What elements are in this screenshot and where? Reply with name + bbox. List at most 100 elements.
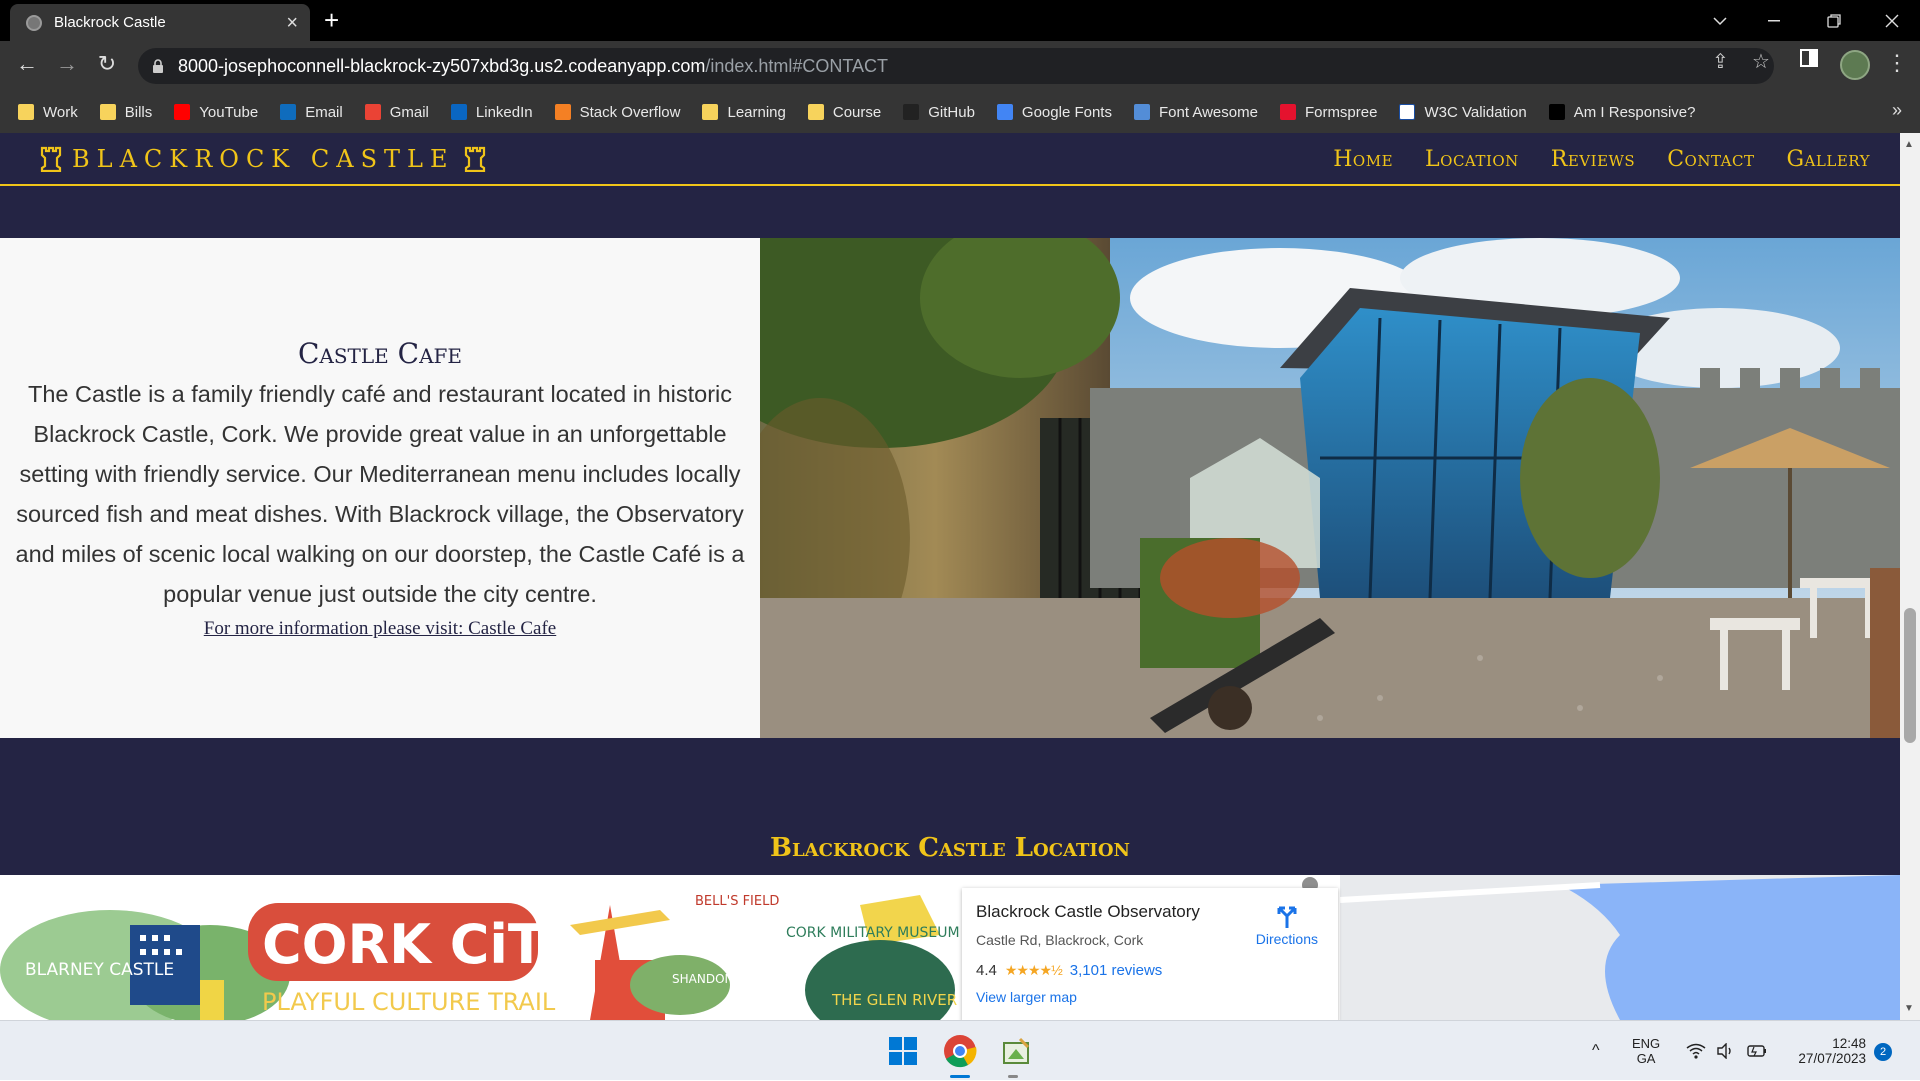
bookmark-w3c-validation[interactable]: W3C Validation: [1399, 104, 1527, 121]
svg-text:BELL'S FIELD: BELL'S FIELD: [695, 894, 779, 909]
close-tab-icon[interactable]: ×: [286, 13, 298, 33]
nav-link-home[interactable]: Home: [1333, 147, 1393, 172]
side-panel-icon[interactable]: [1800, 49, 1818, 73]
site-brand[interactable]: BLACKROCK CASTLE: [30, 145, 496, 173]
input-language[interactable]: ENG GA: [1632, 1021, 1660, 1081]
view-larger-map-link[interactable]: View larger map: [976, 989, 1324, 1005]
bookmark-youtube[interactable]: YouTube: [174, 104, 258, 121]
bookmark-bills[interactable]: Bills: [99, 103, 153, 121]
battery-icon[interactable]: [1746, 1021, 1768, 1081]
browser-window: Blackrock Castle × + ← → ↻ 8000-josephoc…: [0, 0, 1920, 1020]
os-taskbar: ^ ENG GA 12:48 27/07/2023 2: [0, 1020, 1920, 1080]
address-bar[interactable]: 8000-josephoconnell-blackrock-zy507xbd3g…: [138, 48, 1774, 84]
site-navbar: BLACKROCK CASTLE Home Location Reviews C…: [0, 133, 1900, 186]
bookmark-label: Learning: [727, 103, 786, 121]
bookmark-course[interactable]: Course: [807, 103, 882, 121]
nav-link-contact[interactable]: Contact: [1667, 147, 1754, 172]
cafe-info-link[interactable]: For more information please visit: Castl…: [204, 618, 556, 640]
bookmark-learning[interactable]: Learning: [702, 103, 786, 121]
reload-icon[interactable]: ↻: [92, 51, 122, 77]
bookmark-label: Bills: [124, 103, 153, 121]
nav-link-location[interactable]: Location: [1425, 147, 1519, 172]
reviews-link[interactable]: 3,101 reviews: [1070, 962, 1163, 979]
clock[interactable]: 12:48 27/07/2023: [1786, 1021, 1866, 1081]
bookmark-linkedin[interactable]: LinkedIn: [450, 104, 533, 121]
tab-search-chevron-icon[interactable]: [1692, 0, 1748, 41]
embedded-map[interactable]: BLARNEY CASTLE CORK CiTY PLAYFUL CULTURE…: [0, 875, 1900, 1020]
folder-icon: [807, 104, 824, 120]
bookmark-label: Stack Overflow: [579, 103, 681, 121]
menu-kebab-icon[interactable]: ⋮: [1886, 50, 1908, 76]
bookmark-label: Course: [832, 103, 882, 121]
castle-rook-icon: [40, 146, 62, 172]
folder-icon: [99, 104, 116, 120]
chrome-icon[interactable]: [942, 1033, 978, 1069]
bookmark-label: Gmail: [389, 103, 429, 121]
active-app-indicator: [950, 1075, 970, 1078]
rating-stars-icon: ★★★★½: [1004, 962, 1063, 978]
castle-rook-icon: [465, 146, 486, 172]
cafe-text-panel: Castle Cafe The Castle is a family frien…: [0, 238, 760, 738]
site-nav-links: Home Location Reviews Contact Gallery: [1301, 147, 1870, 172]
bookmark-github[interactable]: GitHub: [903, 104, 975, 121]
tab-active[interactable]: Blackrock Castle ×: [10, 4, 310, 41]
forward-icon[interactable]: →: [52, 51, 82, 77]
svg-text:CORK CiTY: CORK CiTY: [262, 913, 585, 976]
url-text: 8000-josephoconnell-blackrock-zy507xbd3g…: [178, 55, 889, 76]
bookmark-label: Google Fonts: [1021, 103, 1112, 121]
bookmark-label: Am I Responsive?: [1573, 103, 1696, 121]
svg-text:CORK MILITARY MUSEUM: CORK MILITARY MUSEUM: [786, 925, 960, 941]
cafe-photo: [760, 238, 1900, 738]
close-window-icon[interactable]: [1864, 0, 1920, 41]
gmail-icon: [364, 104, 381, 120]
tray-overflow-chevron-icon[interactable]: ^: [1592, 1021, 1600, 1081]
cafe-description: The Castle is a family friendly café and…: [15, 380, 745, 607]
volume-icon[interactable]: [1716, 1021, 1734, 1081]
bookmark-star-icon[interactable]: ☆: [1752, 49, 1770, 74]
bookmark-am-i-responsive[interactable]: Am I Responsive?: [1548, 103, 1696, 121]
paint-app-icon[interactable]: [998, 1033, 1034, 1069]
bookmarks-bar: Work Bills YouTube Email Gmail LinkedIn Stack …: [0, 91, 1920, 133]
share-icon[interactable]: ⇪: [1712, 49, 1729, 74]
back-icon[interactable]: ←: [12, 51, 42, 77]
formspree-icon: [1279, 104, 1296, 120]
page-scrollbar[interactable]: ▲ ▼: [1900, 133, 1920, 1020]
bookmark-label: Work: [43, 103, 78, 121]
outlook-icon: [280, 104, 297, 120]
windows-start-icon[interactable]: [885, 1033, 921, 1069]
bookmark-label: YouTube: [199, 103, 259, 121]
bookmark-formspree[interactable]: Formspree: [1279, 104, 1377, 121]
bookmark-font-awesome[interactable]: Font Awesome: [1133, 104, 1258, 121]
bookmark-label: Email: [305, 103, 343, 121]
tab-title: Blackrock Castle: [54, 14, 166, 31]
browser-toolbar: ← → ↻ 8000-josephoconnell-blackrock-zy50…: [0, 41, 1920, 91]
map-place-card: Blackrock Castle Observatory Castle Rd, …: [962, 888, 1338, 1020]
new-tab-icon[interactable]: +: [324, 6, 339, 34]
restore-icon[interactable]: [1806, 0, 1862, 41]
directions-icon: [1277, 906, 1297, 928]
bookmark-label: GitHub: [928, 103, 975, 121]
bookmark-stack-overflow[interactable]: Stack Overflow: [554, 103, 681, 121]
wifi-icon[interactable]: [1686, 1021, 1706, 1081]
nav-link-gallery[interactable]: Gallery: [1786, 147, 1870, 172]
scroll-down-icon[interactable]: ▼: [1904, 1003, 1914, 1014]
map-illustration: BLARNEY CASTLE CORK CiTY PLAYFUL CULTURE…: [0, 875, 1900, 1020]
directions-button[interactable]: Directions: [1256, 902, 1318, 947]
minimize-icon[interactable]: [1746, 0, 1802, 41]
location-title: Blackrock Castle Location: [770, 833, 1130, 863]
nav-link-reviews[interactable]: Reviews: [1551, 147, 1635, 172]
page-favicon-icon: [26, 14, 42, 31]
bookmark-google-fonts[interactable]: Google Fonts: [996, 103, 1112, 121]
brand-text: BLACKROCK CASTLE: [72, 145, 455, 173]
profile-avatar[interactable]: [1840, 50, 1870, 80]
bookmarks-overflow-icon[interactable]: »: [1892, 100, 1902, 121]
cafe-title: Castle Cafe: [297, 336, 463, 370]
scroll-up-icon[interactable]: ▲: [1904, 139, 1914, 150]
bookmark-work[interactable]: Work: [18, 104, 78, 121]
bookmark-gmail[interactable]: Gmail: [364, 103, 429, 121]
tab-strip: Blackrock Castle × +: [0, 0, 1920, 41]
notification-badge[interactable]: 2: [1874, 1043, 1892, 1061]
bookmark-email[interactable]: Email: [280, 104, 343, 121]
scrollbar-thumb[interactable]: [1904, 608, 1916, 743]
svg-text:BLARNEY CASTLE: BLARNEY CASTLE: [25, 960, 174, 980]
